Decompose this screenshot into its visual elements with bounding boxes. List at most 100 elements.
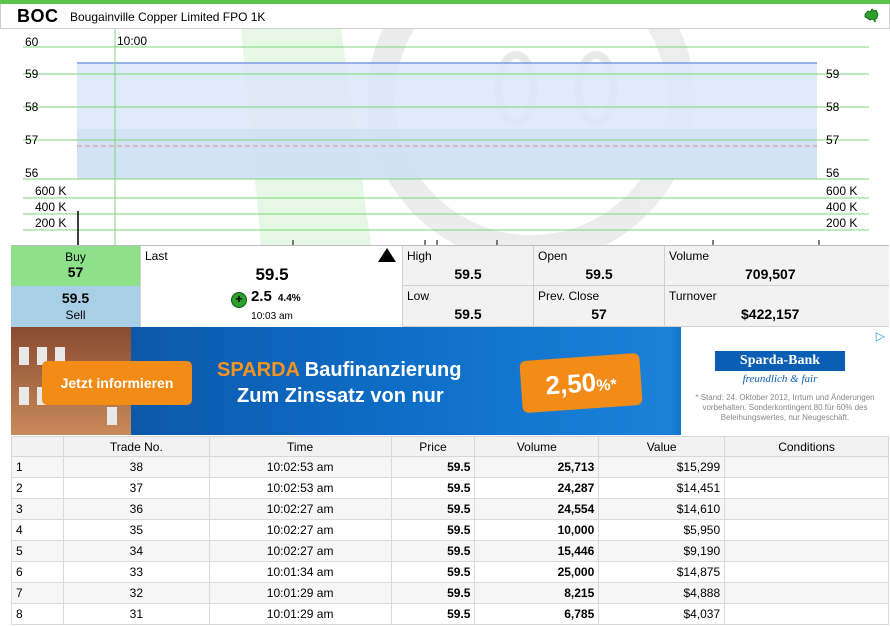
volume-value: 709,507 bbox=[745, 266, 796, 282]
trade-value: $9,190 bbox=[598, 540, 726, 562]
trade-value: $14,875 bbox=[598, 561, 726, 583]
table-row[interactable]: 6 33 10:01:34 am 59.5 25,000 $14,875 bbox=[11, 561, 889, 583]
trade-volume: 25,000 bbox=[474, 561, 600, 583]
col-header-volume[interactable]: Volume bbox=[474, 436, 600, 457]
table-row[interactable]: 3 36 10:02:27 am 59.5 24,554 $14,610 bbox=[11, 498, 889, 520]
trade-no: 33 bbox=[62, 561, 210, 583]
low-label: Low bbox=[407, 289, 430, 303]
ad-brand: SPARDA bbox=[217, 359, 300, 381]
trade-volume: 15,446 bbox=[474, 540, 600, 562]
trade-time: 10:01:29 am bbox=[208, 582, 392, 604]
table-row[interactable]: 8 31 10:01:29 am 59.5 6,785 $4,037 bbox=[11, 603, 889, 625]
table-row[interactable]: 7 32 10:01:29 am 59.5 8,215 $4,888 bbox=[11, 582, 889, 604]
trade-volume: 10,000 bbox=[474, 519, 600, 541]
col-header-value[interactable]: Value bbox=[598, 436, 726, 457]
ad-rate: 2,50 bbox=[544, 366, 598, 401]
open-value: 59.5 bbox=[585, 266, 613, 282]
row-index: 4 bbox=[11, 519, 64, 541]
trade-volume: 24,554 bbox=[474, 498, 600, 520]
trade-volume: 6,785 bbox=[474, 603, 600, 625]
col-header-trade-no[interactable]: Trade No. bbox=[62, 436, 210, 457]
table-row[interactable]: 1 38 10:02:53 am 59.5 25,713 $15,299 bbox=[11, 456, 889, 478]
ad-subheadline: Zum Zinssatz von nur bbox=[237, 385, 444, 407]
trade-conditions bbox=[724, 603, 889, 625]
turnover-cell: Turnover $422,157 bbox=[665, 286, 889, 327]
ad-headline: SPARDA Baufinanzierung bbox=[217, 359, 461, 382]
ad-rate-badge: 2,50%* bbox=[519, 352, 643, 414]
trades-header-row: Trade No. Time Price Volume Value Condit… bbox=[11, 436, 889, 457]
left-volume-tick: 200 K bbox=[35, 216, 66, 230]
trade-price: 59.5 bbox=[390, 477, 476, 499]
change-percent: 4.4% bbox=[277, 293, 301, 304]
trade-time: 10:02:27 am bbox=[208, 519, 392, 541]
adchoices-icon[interactable]: ▷ bbox=[876, 329, 885, 343]
high-cell: High 59.5 bbox=[403, 246, 534, 286]
ad-cta-button[interactable]: Jetzt informieren bbox=[42, 361, 192, 405]
ad-bank-panel: Sparda-Bank freundlich & fair * Stand: 2… bbox=[681, 327, 889, 435]
sell-cell[interactable]: 59.5 Sell bbox=[11, 286, 141, 327]
stock-name: Bougainville Copper Limited FPO 1K bbox=[70, 10, 266, 24]
advertisement-banner[interactable]: Jetzt informieren SPARDA Baufinanzierung… bbox=[11, 327, 889, 435]
up-arrow-icon bbox=[378, 248, 396, 262]
trade-conditions bbox=[724, 582, 889, 604]
trade-no: 37 bbox=[62, 477, 210, 499]
trades-table: Trade No. Time Price Volume Value Condit… bbox=[11, 436, 889, 625]
intraday-chart[interactable]: 10:00 60 59 58 57 56 59 58 57 56 600 K 4… bbox=[11, 29, 889, 245]
last-value: 59.5 bbox=[255, 265, 289, 284]
stock-header: BOC Bougainville Copper Limited FPO 1K bbox=[0, 4, 890, 29]
row-index: 7 bbox=[11, 582, 64, 604]
prev-close-label: Prev. Close bbox=[538, 289, 600, 303]
bank-slogan: freundlich & fair bbox=[742, 373, 818, 385]
trade-volume: 25,713 bbox=[474, 456, 600, 478]
trade-value: $15,299 bbox=[598, 456, 726, 478]
trade-price: 59.5 bbox=[390, 540, 476, 562]
trade-time: 10:02:53 am bbox=[208, 477, 392, 499]
trade-conditions bbox=[724, 477, 889, 499]
left-price-tick: 56 bbox=[25, 166, 39, 180]
high-label: High bbox=[407, 249, 432, 263]
trade-price: 59.5 bbox=[390, 498, 476, 520]
trade-value: $14,610 bbox=[598, 498, 726, 520]
right-price-tick: 57 bbox=[826, 133, 840, 147]
table-row[interactable]: 2 37 10:02:53 am 59.5 24,287 $14,451 bbox=[11, 477, 889, 499]
trade-no: 34 bbox=[62, 540, 210, 562]
table-row[interactable]: 5 34 10:02:27 am 59.5 15,446 $9,190 bbox=[11, 540, 889, 562]
row-index: 2 bbox=[11, 477, 64, 499]
low-cell: Low 59.5 bbox=[403, 286, 534, 327]
left-volume-tick: 400 K bbox=[35, 200, 66, 214]
row-index: 6 bbox=[11, 561, 64, 583]
col-header-index[interactable] bbox=[11, 436, 64, 457]
ad-rate-suffix: %* bbox=[595, 376, 618, 395]
trade-price: 59.5 bbox=[390, 582, 476, 604]
change-value: 2.5 bbox=[251, 288, 272, 305]
trade-price: 59.5 bbox=[390, 603, 476, 625]
row-index: 5 bbox=[11, 540, 64, 562]
volume-label: Volume bbox=[669, 249, 710, 263]
left-volume-tick: 600 K bbox=[35, 184, 66, 198]
right-price-tick: 59 bbox=[826, 67, 840, 81]
trade-conditions bbox=[724, 498, 889, 520]
sell-value: 59.5 bbox=[61, 290, 90, 306]
col-header-time[interactable]: Time bbox=[208, 436, 392, 457]
col-header-price[interactable]: Price bbox=[390, 436, 476, 457]
buy-cell[interactable]: Buy 57 bbox=[11, 246, 141, 286]
prev-close-cell: Prev. Close 57 bbox=[534, 286, 665, 327]
trade-no: 38 bbox=[62, 456, 210, 478]
col-header-conditions[interactable]: Conditions bbox=[724, 436, 889, 457]
stock-code: BOC bbox=[17, 6, 59, 26]
volume-cell: Volume 709,507 bbox=[665, 246, 889, 286]
trade-conditions bbox=[724, 561, 889, 583]
left-price-tick: 59 bbox=[25, 67, 39, 81]
left-price-tick: 58 bbox=[25, 100, 39, 114]
trade-value: $14,451 bbox=[598, 477, 726, 499]
turnover-value: $422,157 bbox=[741, 306, 800, 322]
trade-conditions bbox=[724, 456, 889, 478]
trade-time: 10:02:27 am bbox=[208, 498, 392, 520]
table-row[interactable]: 4 35 10:02:27 am 59.5 10,000 $5,950 bbox=[11, 519, 889, 541]
trade-time: 10:01:34 am bbox=[208, 561, 392, 583]
ad-fineprint: * Stand: 24. Oktober 2012, Irrtum und Än… bbox=[695, 393, 875, 422]
trade-value: $4,037 bbox=[598, 603, 726, 625]
prev-close-value: 57 bbox=[591, 306, 607, 322]
australia-map-icon bbox=[863, 8, 879, 25]
plus-circle-icon: + bbox=[231, 292, 247, 308]
